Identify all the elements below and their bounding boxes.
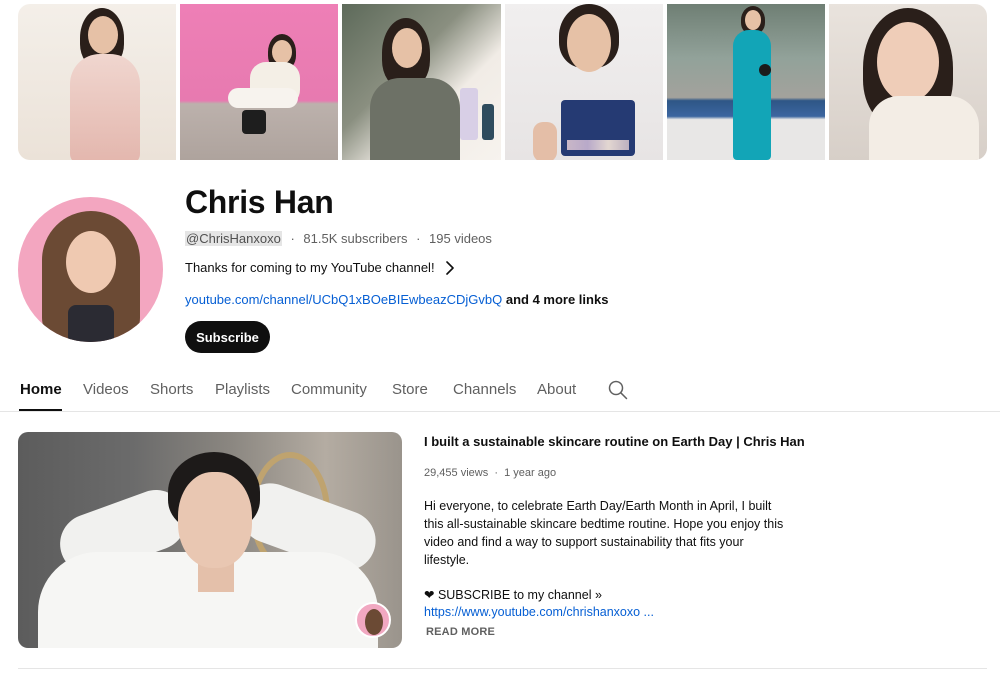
meta-separator: ·: [286, 231, 299, 246]
tab-home[interactable]: Home: [20, 381, 62, 398]
more-links-button[interactable]: and 4 more links: [506, 292, 609, 307]
featured-subscribe-line: ❤ SUBSCRIBE to my channel »: [424, 588, 602, 602]
chevron-right-icon: [445, 260, 454, 275]
subscribe-button[interactable]: Subscribe: [185, 321, 270, 353]
active-tab-indicator: [19, 409, 62, 411]
channel-tabs: Home Videos Shorts Playlists Community S…: [0, 370, 1000, 412]
read-more-button[interactable]: READ MORE: [426, 626, 495, 638]
meta-separator: ·: [412, 231, 425, 246]
subscriber-count: 81.5K subscribers: [303, 231, 408, 246]
tab-channels[interactable]: Channels: [453, 381, 516, 398]
channel-links: youtube.com/channel/UCbQ1xBOeBIEwbeazCDj…: [185, 292, 608, 307]
section-divider: [18, 668, 987, 669]
channel-avatar[interactable]: [18, 197, 163, 342]
channel-description-text: Thanks for coming to my YouTube channel!: [185, 260, 435, 275]
search-icon[interactable]: [607, 379, 629, 401]
banner-photo: [504, 4, 663, 160]
video-count: 195 videos: [429, 231, 492, 246]
banner-photo: [342, 4, 501, 160]
tab-about[interactable]: About: [537, 381, 576, 398]
view-count: 29,455 views: [424, 467, 489, 479]
featured-video-title[interactable]: I built a sustainable skincare routine o…: [424, 434, 805, 449]
banner-photo: [666, 4, 825, 160]
upload-age: 1 year ago: [504, 467, 557, 479]
tab-store[interactable]: Store: [392, 381, 428, 398]
channel-description[interactable]: Thanks for coming to my YouTube channel!: [185, 260, 455, 275]
channel-banner: [18, 4, 987, 160]
channel-name: Chris Han: [185, 184, 334, 220]
channel-handle[interactable]: @ChrisHanxoxo: [185, 231, 282, 246]
meta-separator: ·: [491, 467, 502, 479]
tab-videos[interactable]: Videos: [83, 381, 129, 398]
banner-photo: [18, 4, 177, 160]
banner-photo: [180, 4, 339, 160]
channel-link[interactable]: youtube.com/channel/UCbQ1xBOeBIEwbeazCDj…: [185, 292, 502, 307]
tab-shorts[interactable]: Shorts: [150, 381, 193, 398]
featured-video-description: Hi everyone, to celebrate Earth Day/Eart…: [424, 499, 784, 567]
banner-photo: [828, 4, 987, 160]
channel-meta: @ChrisHanxoxo · 81.5K subscribers · 195 …: [185, 231, 492, 246]
tab-community[interactable]: Community: [291, 381, 367, 398]
featured-video-meta: 29,455 views · 1 year ago: [424, 467, 556, 479]
channel-watermark[interactable]: [355, 602, 391, 638]
featured-video-link[interactable]: https://www.youtube.com/chrishanxoxo ...: [424, 605, 654, 619]
featured-video-thumbnail[interactable]: [18, 432, 402, 648]
tab-playlists[interactable]: Playlists: [215, 381, 270, 398]
